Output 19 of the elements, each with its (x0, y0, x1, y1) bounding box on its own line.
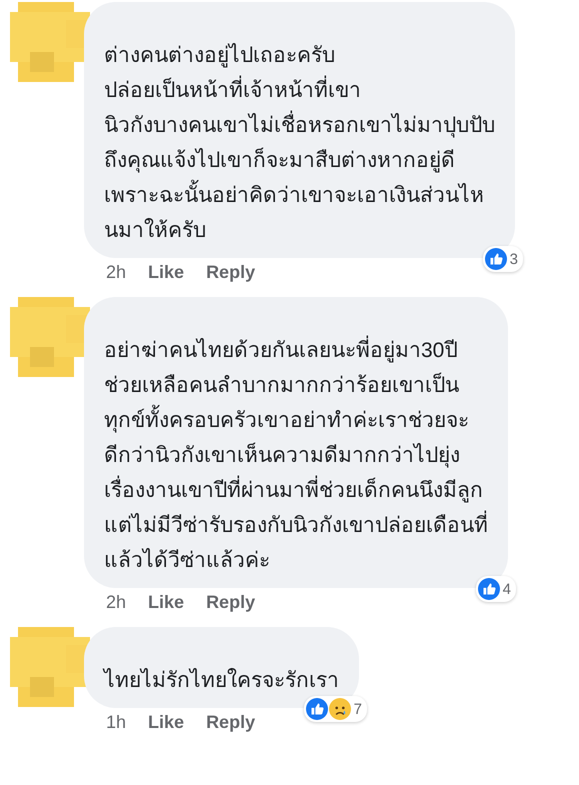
reaction-badge[interactable]: 3 (482, 246, 523, 272)
reaction-badge[interactable]: 7 (304, 696, 367, 722)
comment-text: ไทยไม่รักไทยใครจะรักเรา (104, 667, 339, 694)
like-link[interactable]: Like (148, 592, 184, 613)
reply-link[interactable]: Reply (206, 712, 256, 733)
like-link[interactable]: Like (148, 712, 184, 733)
reply-link[interactable]: Reply (206, 592, 256, 613)
thumbs-up-icon (306, 698, 328, 720)
like-link[interactable]: Like (148, 262, 184, 283)
comment-time: 2h (106, 262, 126, 283)
reply-link[interactable]: Reply (206, 262, 256, 283)
reaction-badge[interactable]: 4 (476, 576, 516, 602)
comment-time: 1h (106, 712, 126, 733)
thumbs-up-icon (478, 578, 500, 600)
sad-face-icon (328, 698, 351, 720)
comment-time: 2h (106, 592, 126, 613)
comment-text: ต่างคนต่างอยู่ไปเถอะครับ ปล่อยเป็นหน้าที่เจ้าหน้าที่เขา นิวกังบางคนเขาไม่เชื่อหรอกเขาไม่มาปุบปับ ถึงคุณแจ้งไปเขาก็จะมาสืบต่างหากอยู่ดี เพราะฉะนั้นอย่าคิดว่าเขาจะเอาเงินส่วนไห นมาให้ครับ (104, 42, 495, 244)
comment-text: อย่าฆ่าคนไทยด้วยกันเลยนะพี่อยู่มา30ปี ช่วยเหลือคนลำบากมากกว่าร้อยเขาเป็น ทุกข์ทั้งครอบครัวเขาอย่าทำค่ะเราช่วยจะ ดีกว่านิวกังเขาเห็นความดีมากกว่าไปยุ่ง เรื่องงานเขาปีที่ผ่านมาพี่ช่วยเด็กคนนึงมีลูก แต่ไม่มีวีซ่ารับรองกับนิวกังเขาปล่อยเดือนที่ แล้วได้วีซ่าแล้วค่ะ (104, 333, 488, 578)
thumbs-up-icon (484, 248, 507, 270)
